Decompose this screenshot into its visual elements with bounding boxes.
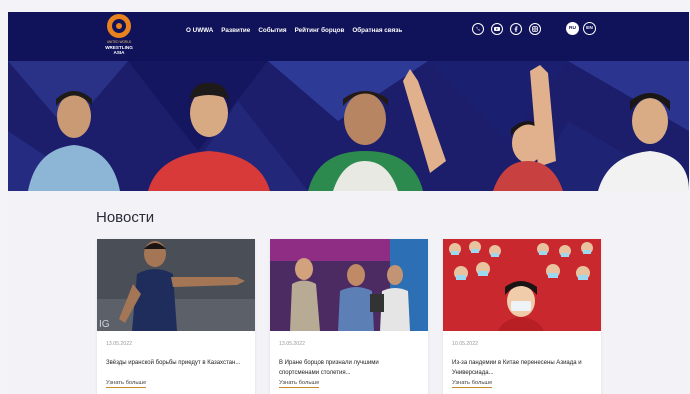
news-card[interactable]: IG 13.05.2022 Звёзды иранской борьбы при… — [97, 239, 255, 394]
logo-main-text: WRESTLING ASIA — [105, 45, 133, 55]
lang-ru-button[interactable]: RU — [566, 22, 579, 35]
news-section-title: Новости — [96, 209, 155, 226]
logo-small-text: UNITED WORLD — [106, 40, 132, 44]
news-card-date: 13.05.2022 — [279, 341, 305, 347]
news-card-headline[interactable]: В Иране борцов признали лучшими спортсме… — [279, 358, 419, 378]
news-card-date: 13.05.2022 — [106, 341, 132, 347]
read-more-link[interactable]: Узнать больше — [106, 380, 147, 388]
facebook-icon[interactable] — [510, 23, 522, 35]
hero-banner — [8, 61, 689, 191]
nav-item-development[interactable]: Развитие — [221, 27, 250, 39]
site-header: UNITED WORLD WRESTLING ASIA О UWWA Разви… — [8, 12, 689, 61]
hero-banner-image — [8, 61, 689, 191]
news-card-date: 10.05.2022 — [452, 341, 478, 347]
news-card[interactable]: 10.05.2022 Из-за пандемии в Китае перене… — [443, 239, 601, 394]
social-links — [472, 23, 541, 35]
news-card-image[interactable]: IG — [97, 239, 255, 331]
instagram-icon[interactable] — [529, 23, 541, 35]
news-card-headline[interactable]: Звёзды иранской борьбы приедут в Казахст… — [106, 358, 246, 368]
whatsapp-icon[interactable] — [472, 23, 484, 35]
read-more-link[interactable]: Узнать больше — [452, 380, 493, 388]
news-card[interactable]: 13.05.2022 В Иране борцов признали лучши… — [270, 239, 428, 394]
news-card-image[interactable] — [443, 239, 601, 331]
read-more-link[interactable]: Узнать больше — [279, 380, 320, 388]
page: UNITED WORLD WRESTLING ASIA О UWWA Разви… — [8, 12, 689, 394]
site-logo[interactable]: UNITED WORLD WRESTLING ASIA — [101, 14, 137, 59]
nav-item-rating[interactable]: Рейтинг борцов — [295, 27, 345, 39]
svg-text:IG: IG — [99, 319, 110, 330]
nav-item-about[interactable]: О UWWA — [186, 27, 213, 39]
news-card-image[interactable] — [270, 239, 428, 331]
lang-en-button[interactable]: EN — [583, 22, 596, 35]
language-switcher: RU EN — [566, 22, 596, 35]
nav-item-feedback[interactable]: Обратная связь — [352, 27, 402, 39]
nav-item-events[interactable]: События — [258, 27, 286, 39]
news-card-headline[interactable]: Из-за пандемии в Китае перенесены Азиада… — [452, 358, 592, 378]
youtube-icon[interactable] — [491, 23, 503, 35]
main-nav: О UWWA Развитие События Рейтинг борцов О… — [186, 27, 402, 39]
logo-emblem-icon — [107, 14, 131, 38]
